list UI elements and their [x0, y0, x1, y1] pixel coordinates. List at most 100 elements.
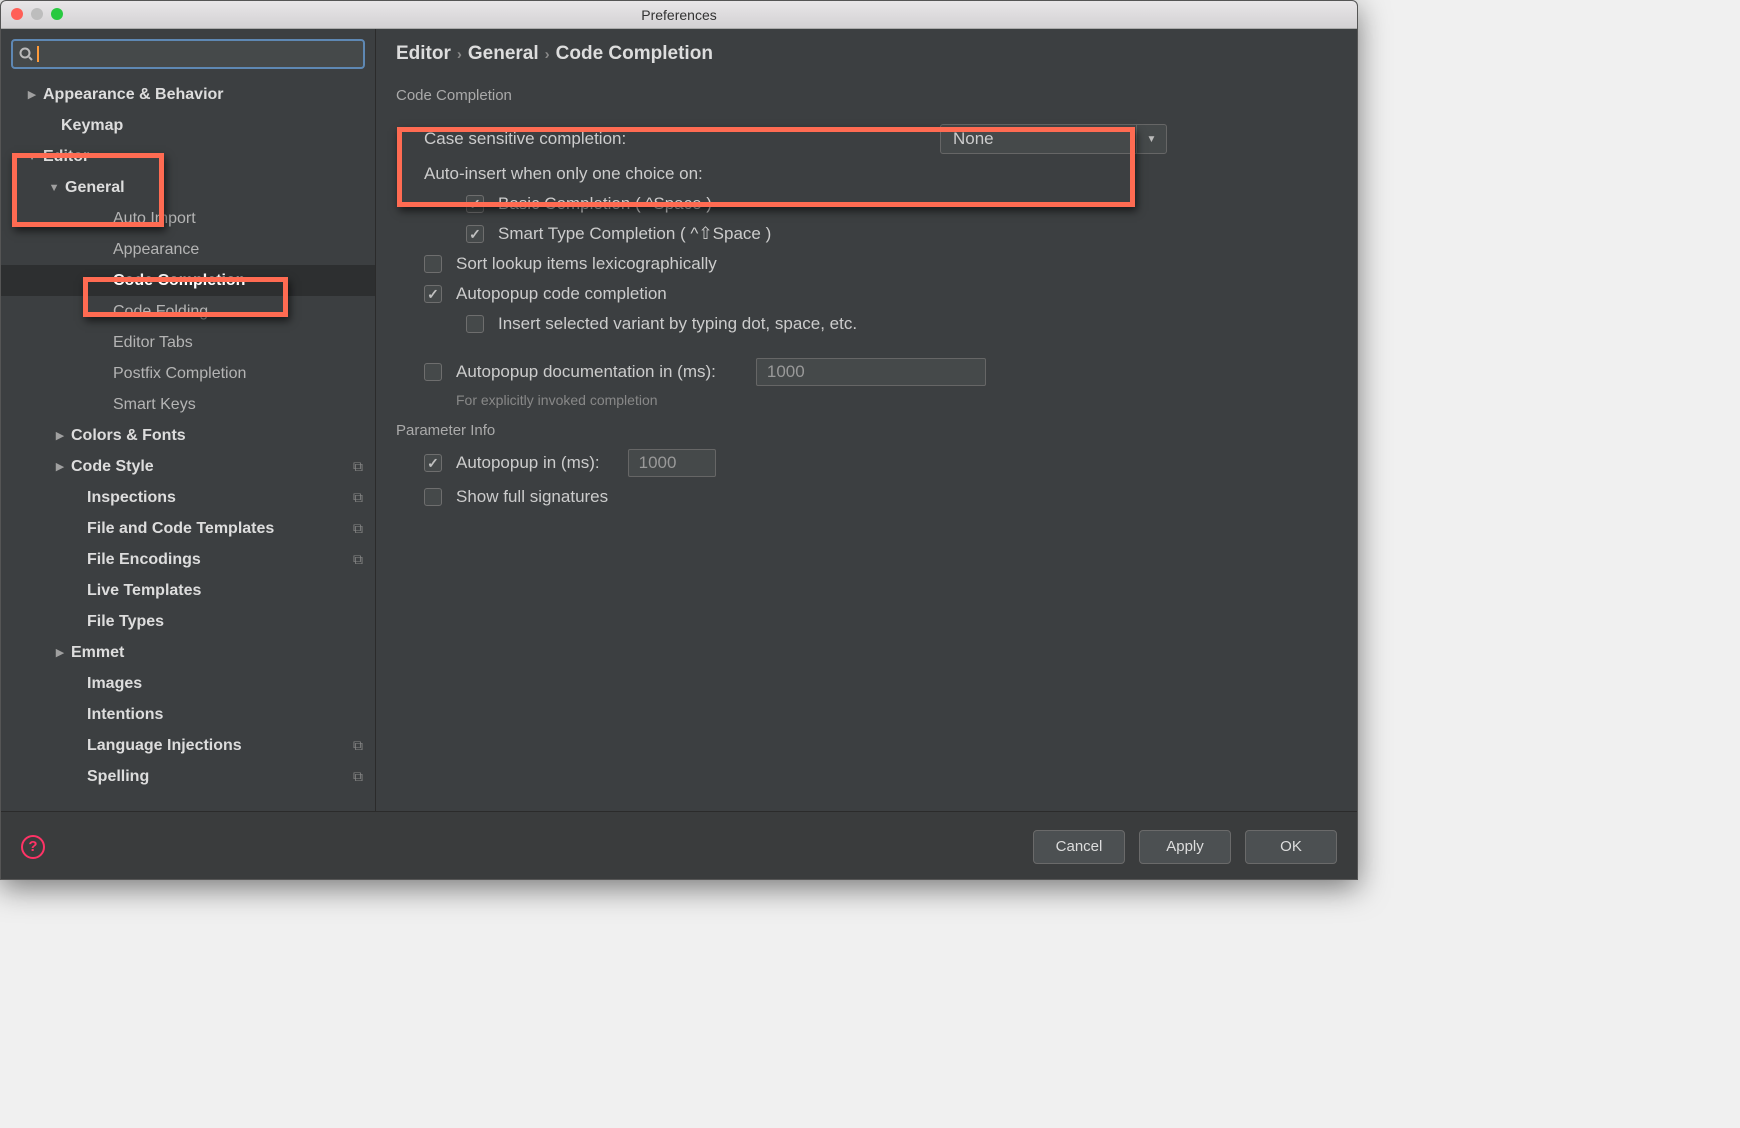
- sidebar-item-auto-import[interactable]: Auto Import: [1, 203, 375, 234]
- scope-icon: ⧉: [353, 551, 363, 568]
- sidebar-item-general[interactable]: ▼ General: [1, 172, 375, 203]
- checkbox-label: Autopopup code completion: [456, 284, 667, 304]
- sidebar: ▶Appearance & Behavior Keymap ▼ Editor ▼ Gene…: [1, 29, 376, 811]
- insert-by-dot-checkbox[interactable]: Insert selected variant by typing dot, s…: [466, 314, 1337, 334]
- checkbox-icon: [424, 488, 442, 506]
- tree-arrow-icon: ▶: [27, 88, 37, 101]
- breadcrumb-part[interactable]: Editor: [396, 43, 451, 65]
- tree-arrow-icon: ▼: [49, 182, 59, 194]
- scope-icon: ⧉: [353, 768, 363, 785]
- sidebar-item-code-style[interactable]: ▶Code Style⧉: [1, 451, 375, 482]
- autopopup-completion-checkbox[interactable]: Autopopup code completion: [424, 284, 1337, 304]
- chevron-down-icon: ▼: [1136, 125, 1166, 153]
- sidebar-item-label: Auto Import: [113, 210, 196, 228]
- case-sensitive-row: Case sensitive completion: None ▼: [424, 124, 1337, 154]
- window-title: Preferences: [1, 7, 1357, 23]
- preferences-window: Preferences ▶Appearance & Behavior Keymap…: [0, 0, 1358, 880]
- tree-arrow-icon: ▶: [55, 429, 65, 442]
- case-sensitive-dropdown[interactable]: None ▼: [940, 124, 1167, 154]
- sidebar-item-code-completion[interactable]: Code Completion: [1, 265, 375, 296]
- zoom-icon[interactable]: [51, 8, 63, 20]
- checkbox-icon: [424, 454, 442, 472]
- apply-button[interactable]: Apply: [1139, 830, 1231, 864]
- case-sensitive-label: Case sensitive completion:: [424, 129, 626, 149]
- sidebar-item-label: Code Folding: [113, 303, 208, 321]
- sidebar-item-live-templates[interactable]: Live Templates: [1, 575, 375, 606]
- sidebar-item-smart-keys[interactable]: Smart Keys: [1, 389, 375, 420]
- minimize-icon[interactable]: [31, 8, 43, 20]
- settings-content: Editor › General › Code Completion Code …: [376, 29, 1357, 811]
- titlebar: Preferences: [1, 1, 1357, 29]
- breadcrumb: Editor › General › Code Completion: [396, 43, 1337, 65]
- search-icon: [19, 47, 33, 61]
- sidebar-item-appearance[interactable]: Appearance: [1, 234, 375, 265]
- close-icon[interactable]: [11, 8, 23, 20]
- sidebar-item-label: File and Code Templates: [87, 520, 274, 538]
- sidebar-item-language-injections[interactable]: Language Injections ⧉: [1, 730, 375, 761]
- sidebar-item-label: Editor: [43, 148, 89, 166]
- sidebar-item-spelling[interactable]: Spelling⧉: [1, 761, 375, 792]
- checkbox-label: Insert selected variant by typing dot, s…: [498, 314, 857, 334]
- sidebar-item-intentions[interactable]: Intentions: [1, 699, 375, 730]
- sidebar-item-emmet[interactable]: ▶Emmet: [1, 637, 375, 668]
- help-icon[interactable]: ?: [21, 835, 45, 859]
- doc-hint: For explicitly invoked completion: [456, 392, 1337, 408]
- ok-button[interactable]: OK: [1245, 830, 1337, 864]
- sidebar-item-label: Code Completion: [113, 272, 245, 290]
- tree-arrow-icon: ▶: [55, 646, 65, 659]
- sidebar-item-file-types[interactable]: File Types: [1, 606, 375, 637]
- settings-tree: ▶Appearance & Behavior Keymap ▼ Editor ▼ Gene…: [1, 79, 375, 811]
- sidebar-item-label: Intentions: [87, 706, 163, 724]
- scope-icon: ⧉: [353, 737, 363, 754]
- show-full-signatures-checkbox[interactable]: Show full signatures: [424, 487, 1337, 507]
- chevron-right-icon: ›: [457, 46, 462, 63]
- checkbox-label: Show full signatures: [456, 487, 608, 507]
- sidebar-item-appearance-behavior[interactable]: ▶Appearance & Behavior: [1, 79, 375, 110]
- section-heading: Code Completion: [396, 87, 1337, 104]
- sidebar-item-keymap[interactable]: Keymap: [1, 110, 375, 141]
- sidebar-item-label: Colors & Fonts: [71, 427, 186, 445]
- sidebar-item-code-folding[interactable]: Code Folding: [1, 296, 375, 327]
- sidebar-item-label: Postfix Completion: [113, 365, 246, 383]
- tree-arrow-icon: ▶: [55, 460, 65, 473]
- checkbox-label: Sort lookup items lexicographically: [456, 254, 717, 274]
- sidebar-item-editor[interactable]: ▼ Editor: [1, 141, 375, 172]
- sidebar-item-images[interactable]: Images: [1, 668, 375, 699]
- sidebar-item-label: Keymap: [61, 117, 123, 135]
- window-controls: [11, 8, 63, 20]
- sidebar-item-inspections[interactable]: Inspections ⧉: [1, 482, 375, 513]
- sidebar-item-label: File Types: [87, 613, 164, 631]
- search-input[interactable]: [39, 46, 357, 63]
- scope-icon: ⧉: [353, 520, 363, 537]
- breadcrumb-part[interactable]: General: [468, 43, 539, 65]
- sidebar-item-editor-tabs[interactable]: Editor Tabs: [1, 327, 375, 358]
- param-delay-input[interactable]: 1000: [628, 449, 716, 477]
- sidebar-item-label: Language Injections: [87, 737, 242, 755]
- sidebar-item-label: General: [65, 179, 125, 197]
- checkbox-icon: [424, 363, 442, 381]
- sidebar-item-label: Code Style: [71, 458, 154, 476]
- sort-lookup-checkbox[interactable]: Sort lookup items lexicographically: [424, 254, 1337, 274]
- scope-icon: ⧉: [353, 489, 363, 506]
- cancel-button[interactable]: Cancel: [1033, 830, 1125, 864]
- sidebar-item-label: Appearance: [113, 241, 199, 259]
- checkbox-label: Smart Type Completion ( ^⇧Space ): [498, 224, 771, 244]
- sidebar-item-colors-fonts[interactable]: ▶ Colors & Fonts: [1, 420, 375, 451]
- param-autopopup-checkbox[interactable]: Autopopup in (ms): 1000: [424, 449, 1337, 477]
- checkbox-icon: [466, 315, 484, 333]
- sidebar-item-label: Inspections: [87, 489, 176, 507]
- sidebar-item-file-and-code-templates[interactable]: File and Code Templates ⧉: [1, 513, 375, 544]
- sidebar-item-label: Live Templates: [87, 582, 201, 600]
- basic-completion-checkbox[interactable]: Basic Completion ( ^Space ): [466, 194, 1337, 214]
- search-field[interactable]: [11, 39, 365, 69]
- section-heading: Parameter Info: [396, 422, 1337, 439]
- doc-delay-input[interactable]: 1000: [756, 358, 986, 386]
- smart-completion-checkbox[interactable]: Smart Type Completion ( ^⇧Space ): [466, 224, 1337, 244]
- autopopup-doc-checkbox[interactable]: Autopopup documentation in (ms): 1000: [424, 358, 1337, 386]
- tree-arrow-icon: ▼: [27, 151, 37, 163]
- checkbox-label: Autopopup in (ms):: [456, 453, 600, 473]
- sidebar-item-file-encodings[interactable]: File Encodings⧉: [1, 544, 375, 575]
- sidebar-item-postfix-completion[interactable]: Postfix Completion: [1, 358, 375, 389]
- dropdown-value: None: [941, 129, 1136, 149]
- sidebar-item-label: Smart Keys: [113, 396, 196, 414]
